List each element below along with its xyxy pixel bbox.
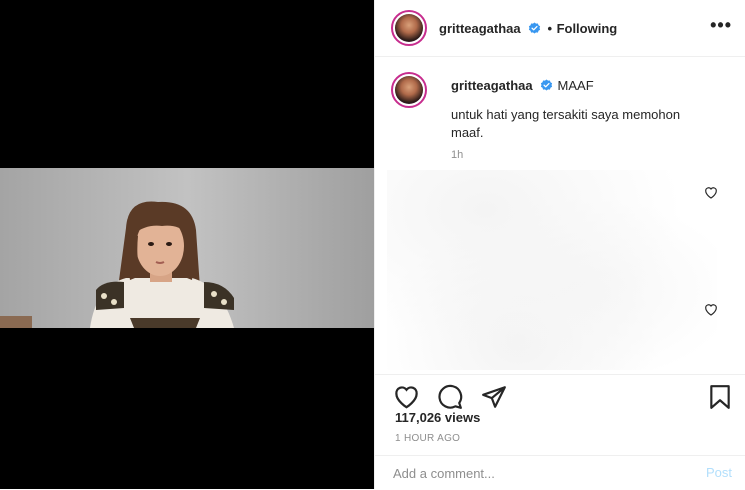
video-frame — [0, 168, 374, 328]
post-time: 1 HOUR AGO — [395, 433, 461, 444]
bookmark-icon[interactable] — [708, 384, 732, 410]
author-username[interactable]: gritteagathaa — [439, 21, 521, 36]
views-count[interactable]: 117,026 views — [395, 410, 480, 425]
verified-badge-icon — [540, 79, 553, 91]
post-video[interactable] — [0, 0, 374, 489]
post-comment-button[interactable]: Post — [706, 465, 732, 480]
author-avatar[interactable] — [391, 10, 427, 46]
caption-text: untuk hati yang tersakiti saya memohon m… — [451, 107, 681, 140]
follow-separator: • — [547, 21, 553, 36]
caption-title: MAAF — [557, 78, 594, 93]
comment-input[interactable] — [393, 464, 673, 482]
more-horizontal-icon[interactable]: ••• — [710, 16, 732, 34]
comment-like-heart-icon[interactable] — [704, 186, 718, 199]
post-header: gritteagathaa • Following ••• — [375, 0, 745, 57]
comment-icon[interactable] — [437, 384, 463, 410]
share-icon[interactable] — [481, 385, 507, 409]
verified-badge-icon — [528, 22, 541, 34]
caption-time: 1h — [451, 149, 464, 161]
video-still-person — [0, 168, 374, 328]
heart-icon[interactable] — [393, 384, 420, 409]
caption-avatar[interactable] — [391, 72, 427, 108]
author-line: gritteagathaa • Following — [439, 20, 617, 38]
caption-header: gritteagathaa MAAF — [451, 77, 594, 95]
comment-like-heart-icon[interactable] — [704, 303, 718, 316]
post-panel: gritteagathaa • Following ••• gritteagat… — [374, 0, 745, 489]
comments-area — [387, 170, 717, 370]
comment-bar: Post — [375, 455, 745, 490]
following-button[interactable]: Following — [557, 21, 618, 36]
caption-username[interactable]: gritteagathaa — [451, 78, 533, 93]
